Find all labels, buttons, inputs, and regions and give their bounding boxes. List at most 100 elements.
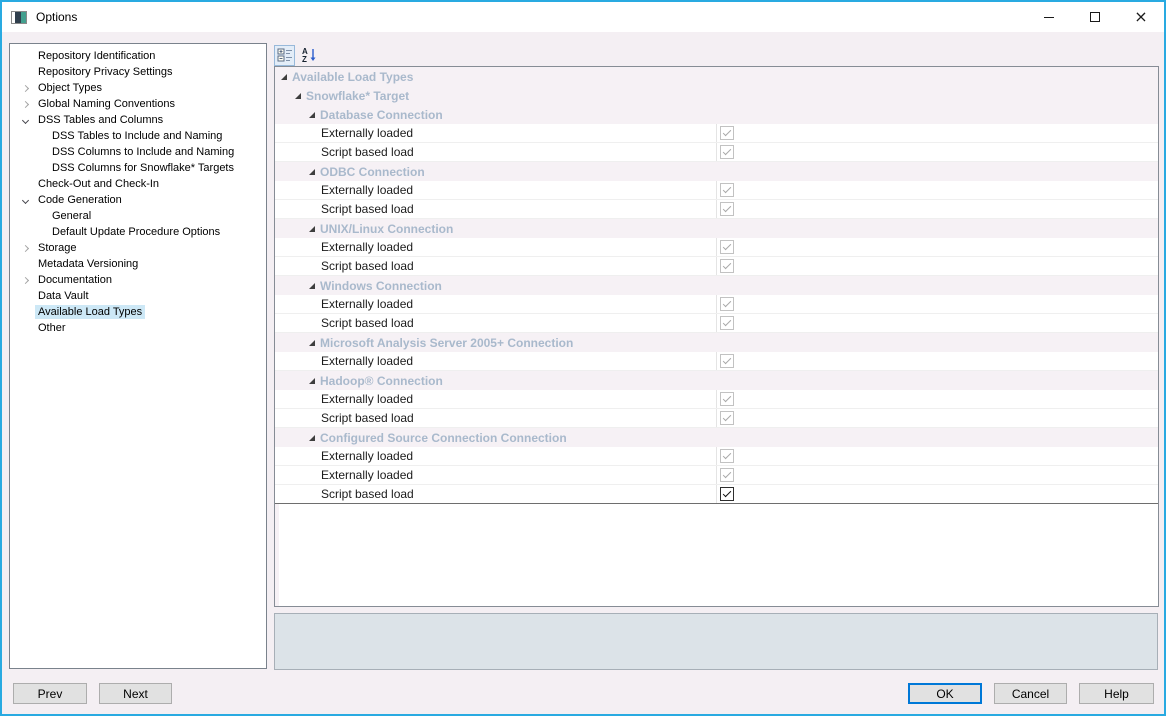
grid-property-script-based-load[interactable]: Script based load: [275, 143, 1158, 162]
collapse-triangle-icon[interactable]: [309, 225, 315, 232]
minimize-icon: [1044, 16, 1054, 18]
sidebar-item-repository-privacy-settings[interactable]: Repository Privacy Settings: [10, 64, 266, 80]
sidebar-item-dss-columns-for-snowflake-targets[interactable]: DSS Columns for Snowflake* Targets: [10, 160, 266, 176]
grid-category-label: Database Connection: [320, 107, 443, 122]
help-button[interactable]: Help: [1079, 683, 1154, 704]
description-panel: [274, 613, 1158, 670]
maximize-button[interactable]: [1072, 2, 1118, 32]
collapse-triangle-icon[interactable]: [309, 282, 315, 289]
close-button[interactable]: ×: [1118, 2, 1164, 32]
collapse-triangle-icon[interactable]: [309, 111, 315, 118]
sidebar-item-global-naming-conventions[interactable]: Global Naming Conventions: [10, 96, 266, 112]
grid-category-available-load-types[interactable]: Available Load Types: [275, 67, 1158, 86]
collapse-triangle-icon[interactable]: [309, 168, 315, 175]
sidebar-item-label: Check-Out and Check-In: [38, 178, 160, 190]
grid-property-script-based-load[interactable]: Script based load: [275, 257, 1158, 276]
column-divider: [716, 143, 717, 161]
collapse-triangle-icon[interactable]: [309, 434, 315, 441]
grid-property-externally-loaded[interactable]: Externally loaded: [275, 238, 1158, 257]
grid-property-externally-loaded[interactable]: Externally loaded: [275, 352, 1158, 371]
grid-category-label: Available Load Types: [292, 69, 414, 84]
sidebar-item-label: Available Load Types: [35, 305, 146, 319]
column-divider: [716, 466, 717, 484]
grid-property-label: Externally loaded: [321, 468, 414, 482]
chevron-right-icon[interactable]: [21, 100, 30, 108]
grid-property-script-based-load[interactable]: Script based load: [275, 485, 1158, 504]
sidebar-item-check-out-and-check-in[interactable]: Check-Out and Check-In: [10, 176, 266, 192]
sidebar-item-label: Object Types: [38, 82, 102, 94]
column-divider: [716, 295, 717, 313]
grid-property-label: Script based load: [321, 259, 414, 273]
grid-property-externally-loaded[interactable]: Externally loaded: [275, 295, 1158, 314]
sidebar-item-label: DSS Tables to Include and Naming: [52, 130, 223, 142]
collapse-triangle-icon[interactable]: [309, 377, 315, 384]
grid-property-externally-loaded[interactable]: Externally loaded: [275, 390, 1158, 409]
grid-category-windows-connection[interactable]: Windows Connection: [275, 276, 1158, 295]
chevron-right-icon[interactable]: [21, 244, 30, 252]
sidebar-item-data-vault[interactable]: Data Vault: [10, 288, 266, 304]
sidebar-item-dss-tables-and-columns[interactable]: DSS Tables and Columns: [10, 112, 266, 128]
grid-property-externally-loaded[interactable]: Externally loaded: [275, 466, 1158, 485]
sidebar-item-metadata-versioning[interactable]: Metadata Versioning: [10, 256, 266, 272]
grid-category-configured-source-connection-connection[interactable]: Configured Source Connection Connection: [275, 428, 1158, 447]
minimize-button[interactable]: [1026, 2, 1072, 32]
collapse-triangle-icon[interactable]: [281, 73, 287, 80]
grid-category-label: Configured Source Connection Connection: [320, 430, 567, 445]
checked-checkbox-icon: [720, 449, 734, 463]
grid-property-externally-loaded[interactable]: Externally loaded: [275, 181, 1158, 200]
grid-category-microsoft-analysis-server-2005-connection[interactable]: Microsoft Analysis Server 2005+ Connecti…: [275, 333, 1158, 352]
prev-button[interactable]: Prev: [13, 683, 87, 704]
grid-category-snowflake-target[interactable]: Snowflake* Target: [275, 86, 1158, 105]
checked-checkbox-icon: [720, 468, 734, 482]
sidebar-item-other[interactable]: Other: [10, 320, 266, 336]
grid-property-externally-loaded[interactable]: Externally loaded: [275, 447, 1158, 466]
alphabetical-sort-button[interactable]: A Z: [298, 45, 319, 66]
grid-property-script-based-load[interactable]: Script based load: [275, 200, 1158, 219]
grid-property-script-based-load[interactable]: Script based load: [275, 409, 1158, 428]
grid-category-label: ODBC Connection: [320, 164, 425, 179]
chevron-down-icon[interactable]: [21, 196, 30, 204]
sidebar-item-default-update-procedure-options[interactable]: Default Update Procedure Options: [10, 224, 266, 240]
sidebar-item-label: Global Naming Conventions: [38, 98, 175, 110]
checked-checkbox-icon: [720, 316, 734, 330]
sidebar-item-label: Storage: [38, 242, 77, 254]
grid-property-externally-loaded[interactable]: Externally loaded: [275, 124, 1158, 143]
column-divider: [716, 200, 717, 218]
sidebar-item-dss-tables-to-include-and-naming[interactable]: DSS Tables to Include and Naming: [10, 128, 266, 144]
collapse-triangle-icon[interactable]: [295, 92, 301, 99]
column-divider: [716, 257, 717, 275]
sidebar-item-label: DSS Columns for Snowflake* Targets: [52, 162, 234, 174]
column-divider: [716, 409, 717, 427]
grid-property-label: Script based load: [321, 316, 414, 330]
grid-category-hadoop-connection[interactable]: Hadoop® Connection: [275, 371, 1158, 390]
checked-checkbox-icon: [720, 354, 734, 368]
checked-checkbox-icon[interactable]: [720, 487, 734, 501]
chevron-right-icon[interactable]: [21, 84, 30, 92]
sidebar-item-general[interactable]: General: [10, 208, 266, 224]
collapse-triangle-icon[interactable]: [309, 339, 315, 346]
checked-checkbox-icon: [720, 202, 734, 216]
sidebar-item-label: Default Update Procedure Options: [52, 226, 221, 238]
sidebar-item-storage[interactable]: Storage: [10, 240, 266, 256]
sidebar-item-code-generation[interactable]: Code Generation: [10, 192, 266, 208]
grid-property-label: Externally loaded: [321, 449, 414, 463]
categorized-button[interactable]: [274, 44, 295, 66]
title-bar: Options ×: [2, 2, 1164, 32]
sidebar-item-repository-identification[interactable]: Repository Identification: [10, 48, 266, 64]
next-button[interactable]: Next: [99, 683, 172, 704]
chevron-down-icon[interactable]: [21, 116, 30, 124]
sidebar-item-available-load-types[interactable]: Available Load Types: [10, 304, 266, 320]
checked-checkbox-icon: [720, 126, 734, 140]
sidebar-item-dss-columns-to-include-and-naming[interactable]: DSS Columns to Include and Naming: [10, 144, 266, 160]
chevron-right-icon[interactable]: [21, 276, 30, 284]
grid-category-database-connection[interactable]: Database Connection: [275, 105, 1158, 124]
window-controls: ×: [1026, 2, 1164, 32]
grid-category-unix-linux-connection[interactable]: UNIX/Linux Connection: [275, 219, 1158, 238]
cancel-button[interactable]: Cancel: [994, 683, 1067, 704]
sidebar-item-documentation[interactable]: Documentation: [10, 272, 266, 288]
grid-category-odbc-connection[interactable]: ODBC Connection: [275, 162, 1158, 181]
ok-button[interactable]: OK: [908, 683, 982, 704]
sidebar-item-object-types[interactable]: Object Types: [10, 80, 266, 96]
grid-property-script-based-load[interactable]: Script based load: [275, 314, 1158, 333]
grid-property-label: Externally loaded: [321, 240, 414, 254]
